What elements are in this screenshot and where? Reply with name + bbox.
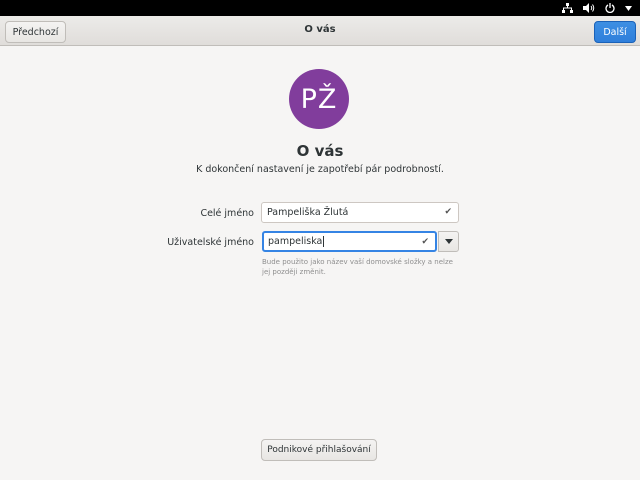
username-value: pampeliska — [268, 236, 323, 247]
fullname-label: Celé jméno — [200, 208, 254, 219]
fullname-field[interactable]: Pampeliška Žlutá ✔ — [261, 202, 459, 223]
system-tray[interactable] — [562, 0, 632, 16]
next-button[interactable]: Další — [594, 21, 636, 43]
text-caret — [323, 236, 325, 247]
network-wired-icon — [562, 3, 573, 13]
checkmark-icon: ✔ — [444, 207, 452, 217]
page-title: O vás — [296, 142, 344, 160]
top-bar — [0, 0, 640, 16]
power-icon — [605, 3, 615, 13]
username-label: Uživatelské jméno — [167, 237, 254, 248]
checkmark-icon: ✔ — [421, 237, 429, 247]
chevron-down-icon — [444, 239, 453, 244]
avatar[interactable]: PŽ — [289, 69, 349, 129]
username-field[interactable]: pampeliska ✔ — [262, 231, 437, 252]
username-hint: Bude použito jako název vaší domovské sl… — [262, 258, 453, 276]
previous-button[interactable]: Předchozí — [5, 21, 66, 43]
enterprise-login-button[interactable]: Podnikové přihlašování — [261, 439, 377, 461]
header-bar: O vás — [0, 16, 640, 46]
fullname-value: Pampeliška Žlutá — [267, 207, 349, 218]
chevron-down-icon — [625, 5, 632, 11]
username-suggestions-dropdown[interactable] — [438, 231, 459, 252]
volume-icon — [583, 3, 595, 13]
window-title: O vás — [304, 24, 336, 35]
page-subtitle: K dokončení nastavení je zapotřebí pár p… — [196, 164, 444, 175]
